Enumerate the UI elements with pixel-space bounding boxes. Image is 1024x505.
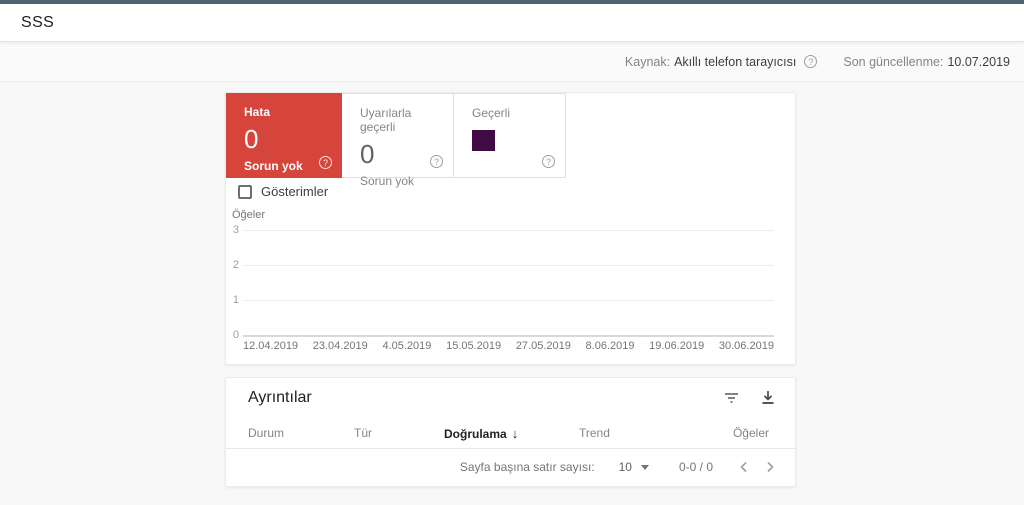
- app-header: SSS: [0, 4, 1024, 42]
- x-tick: 27.05.2019: [515, 340, 571, 352]
- tile-warn-count: 0: [360, 138, 375, 169]
- impressions-checkbox-label: Gösterimler: [261, 184, 329, 199]
- sort-desc-arrow-icon: ↓: [511, 426, 519, 441]
- next-page-chevron-icon[interactable]: [764, 459, 777, 475]
- tile-valid-label: Geçerli: [472, 106, 511, 120]
- previous-page-chevron-icon[interactable]: [737, 459, 750, 475]
- pagination-bar: Sayfa başına satır sayısı: 10 0-0 / 0: [226, 448, 795, 486]
- column-header-trend[interactable]: Trend: [579, 426, 610, 440]
- gridline: [243, 300, 774, 301]
- y-tick-3: 3: [232, 224, 239, 236]
- download-icon[interactable]: [761, 390, 775, 405]
- tile-error-count: 0: [244, 123, 259, 154]
- column-header-ogeler[interactable]: Öğeler: [733, 426, 769, 440]
- updated-label: Son güncellenme:: [843, 54, 944, 69]
- x-tick: 30.06.2019: [718, 340, 774, 352]
- rows-per-page-value: 10: [618, 460, 632, 474]
- x-tick: 12.04.2019: [243, 340, 299, 352]
- pagination-range: 0-0 / 0: [678, 460, 713, 474]
- tile-warn-help-icon[interactable]: [430, 155, 443, 168]
- column-header-durum[interactable]: Durum: [248, 426, 284, 440]
- y-tick-1: 1: [232, 294, 239, 306]
- impressions-checkbox-row[interactable]: Gösterimler: [238, 184, 328, 199]
- tile-valid-swatch: [472, 129, 495, 151]
- source-label: Kaynak:: [624, 54, 671, 69]
- tile-warn-label: Uyarılarla geçerli: [360, 106, 412, 134]
- dropdown-caret-icon: [640, 464, 649, 470]
- column-header-dogrulama-label: Doğrulama: [444, 426, 507, 441]
- status-tiles: Hata 0 Sorun yok Uyarılarla geçerli 0 So…: [226, 93, 795, 188]
- tile-error-label: Hata: [244, 105, 271, 119]
- chart-x-axis-labels: 12.04.2019 23.04.2019 4.05.2019 15.05.20…: [243, 340, 774, 352]
- tile-error-sub: Sorun yok: [244, 158, 303, 173]
- impressions-checkbox[interactable]: [238, 184, 252, 199]
- rows-per-page-label: Sayfa başına satır sayısı:: [459, 460, 595, 474]
- tile-valid[interactable]: Geçerli: [454, 93, 566, 178]
- x-tick: 15.05.2019: [446, 340, 502, 352]
- rows-per-page-select[interactable]: 10: [619, 460, 649, 474]
- updated-value: 10.07.2019: [947, 54, 1010, 69]
- source-group: Kaynak: Akıllı telefon tarayıcısı: [624, 54, 818, 69]
- column-header-tur[interactable]: Tür: [354, 426, 372, 440]
- x-tick: 23.04.2019: [312, 340, 368, 352]
- tile-error[interactable]: Hata 0 Sorun yok: [226, 93, 342, 178]
- tile-valid-with-warnings[interactable]: Uyarılarla geçerli 0 Sorun yok: [342, 93, 454, 188]
- page-title: SSS: [21, 13, 55, 31]
- updated-group: Son güncellenme: 10.07.2019: [843, 55, 1010, 69]
- gridline-1: 1: [226, 294, 795, 306]
- pagination-nav: [737, 459, 777, 475]
- gridline-2: 2: [226, 259, 795, 271]
- report-meta-bar: Kaynak: Akıllı telefon tarayıcısı Son gü…: [0, 42, 1024, 82]
- source-help-icon[interactable]: [804, 55, 818, 68]
- gridline: [243, 230, 774, 231]
- x-tick: 4.05.2019: [382, 340, 432, 352]
- details-card: Ayrıntılar Durum Tür Doğrulama ↓ Trend Ö…: [225, 377, 796, 487]
- axis-baseline: [243, 335, 774, 337]
- details-title: Ayrıntılar: [248, 389, 312, 406]
- source-value: Akıllı telefon tarayıcısı: [674, 54, 797, 69]
- tile-valid-help-icon[interactable]: [542, 155, 555, 168]
- y-tick-0: 0: [232, 329, 239, 341]
- details-toolbar: [724, 390, 775, 405]
- tile-warn-sub: Sorun yok: [360, 173, 415, 188]
- column-header-dogrulama[interactable]: Doğrulama ↓: [444, 426, 518, 441]
- summary-card: Hata 0 Sorun yok Uyarılarla geçerli 0 So…: [225, 92, 796, 365]
- filter-icon[interactable]: [724, 391, 739, 404]
- chart-y-axis-title: Öğeler: [232, 209, 266, 221]
- x-tick: 19.06.2019: [649, 340, 705, 352]
- gridline: [243, 265, 774, 266]
- gridline-3: 3: [226, 224, 795, 236]
- y-tick-2: 2: [232, 259, 239, 271]
- x-tick: 8.06.2019: [585, 340, 635, 352]
- tile-error-help-icon[interactable]: [319, 156, 332, 169]
